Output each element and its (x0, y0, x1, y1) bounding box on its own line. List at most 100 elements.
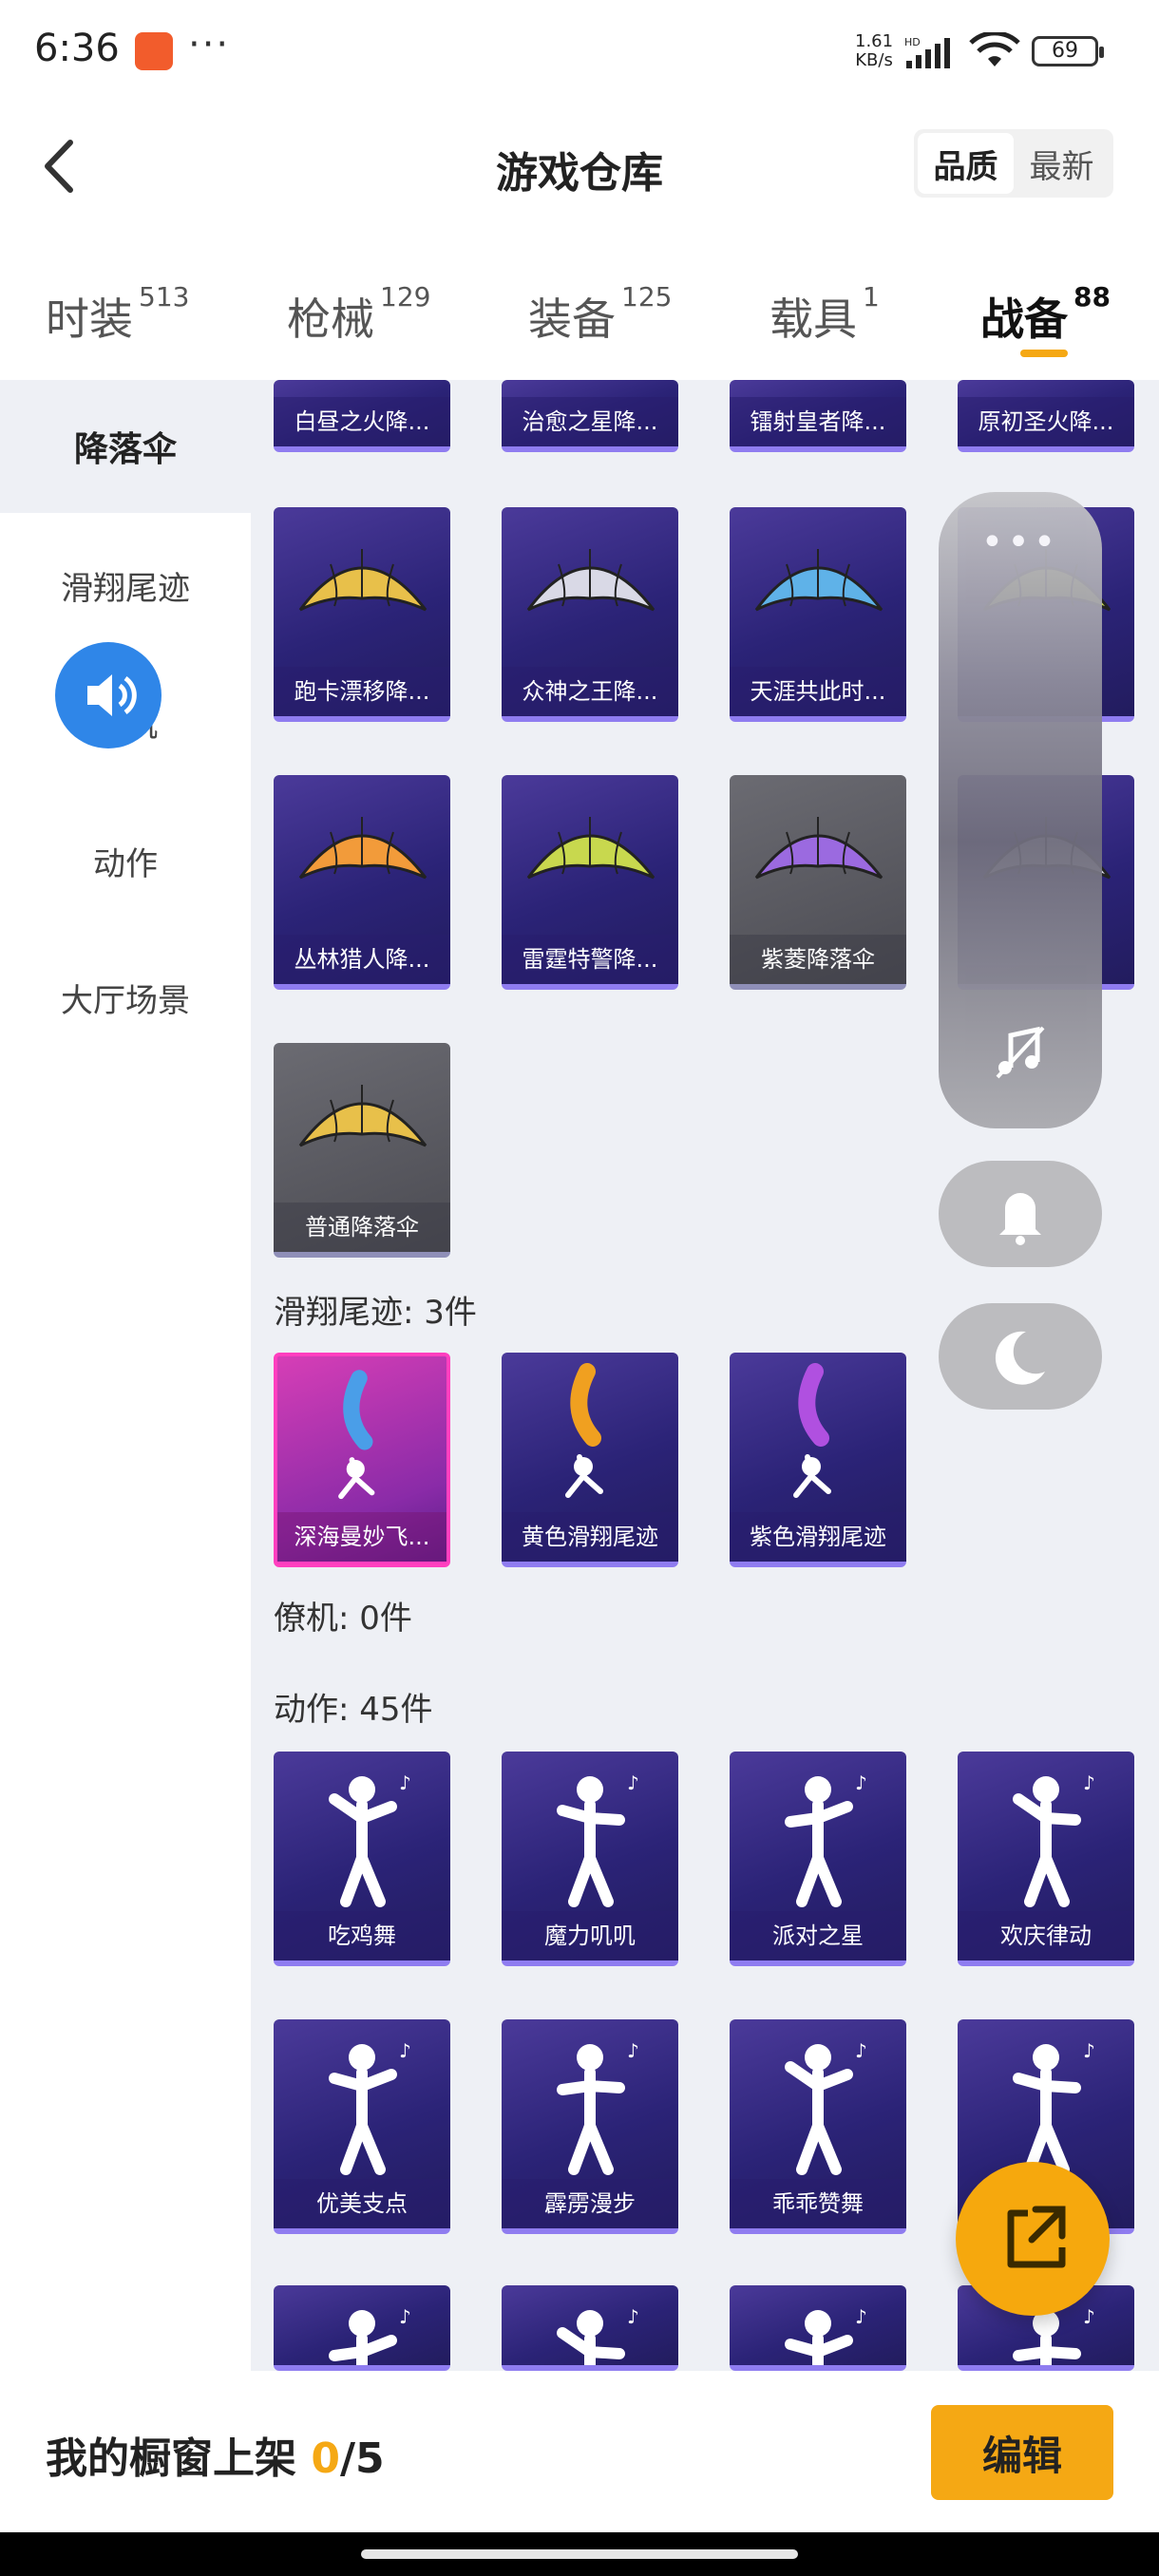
battery-indicator: 69 (1032, 36, 1104, 66)
music-off-icon[interactable] (992, 1024, 1049, 1081)
emote-card[interactable]: ♪ 欢庆律动 (958, 1752, 1134, 1966)
share-button[interactable] (956, 2162, 1110, 2316)
tab-count: 513 (139, 281, 190, 313)
svg-text:♪: ♪ (627, 2305, 639, 2328)
category-tabs: 时装 513 枪械 129 装备 125 载具 1 战备 88 (0, 256, 1159, 380)
svg-text:♪: ♪ (627, 2039, 639, 2062)
trail-artwork (793, 1363, 831, 1498)
emote-artwork: ♪ (329, 2039, 411, 2175)
trail-card[interactable]: 紫色滑翔尾迹 (730, 1353, 906, 1567)
sidebar-item-glide-trail[interactable]: 滑翔尾迹 (0, 519, 251, 652)
emote-name: 派对之星 (730, 1911, 906, 1960)
emote-card[interactable]: ♪ 魔力叽叽 (502, 1752, 678, 1966)
parachute-name: 雷霆特警降... (502, 935, 678, 984)
network-speed: 1.61 KB/s (855, 32, 893, 70)
tab-equipment[interactable]: 装备 125 (528, 281, 672, 348)
emote-card[interactable]: ♪ 派对之星 (730, 1752, 906, 1966)
parachute-name: 众神之王降... (502, 667, 678, 716)
tab-weapons[interactable]: 枪械 129 (287, 281, 430, 348)
emote-name: 霹雳漫步 (502, 2179, 678, 2228)
showcase-total-count: /5 (339, 2434, 385, 2483)
svg-text:♪: ♪ (855, 2305, 867, 2328)
bottom-bar: 我的橱窗上架 0/5 编辑 (0, 2371, 1159, 2532)
share-icon (1007, 2206, 1066, 2268)
emote-name: 吃鸡舞 (274, 1911, 450, 1960)
edit-button[interactable]: 编辑 (931, 2405, 1113, 2500)
sort-quality-button[interactable]: 品质 (918, 133, 1014, 194)
parachute-artwork (754, 549, 884, 612)
emote-artwork: ♪ (557, 2039, 639, 2175)
bell-toggle[interactable] (939, 1161, 1102, 1267)
tab-label: 装备 (528, 294, 616, 345)
trail-card[interactable]: 深海曼妙飞... (274, 1353, 450, 1567)
wingman-section-label: 僚机: 0件 (274, 1600, 412, 1638)
tab-count: 129 (380, 281, 431, 313)
parachute-card[interactable]: 丛林猎人降... (274, 775, 450, 990)
emote-name: 乖乖赞舞 (730, 2179, 906, 2228)
trail-card[interactable]: 黄色滑翔尾迹 (502, 1353, 678, 1567)
parachute-artwork (526, 817, 656, 880)
svg-text:♪: ♪ (627, 1771, 639, 1794)
emote-name: 欢庆律动 (958, 1911, 1134, 1960)
parachute-card[interactable]: 原初圣火降... (958, 380, 1134, 452)
parachute-name: 治愈之星降... (502, 397, 678, 446)
tab-vehicles[interactable]: 载具 1 (770, 281, 880, 348)
emote-card[interactable]: ♪ (274, 2285, 450, 2371)
parachute-card[interactable]: 镭射皇者降... (730, 380, 906, 452)
sidebar-item-parachute[interactable]: 降落伞 (0, 380, 251, 513)
trails-section-label: 滑翔尾迹: 3件 (274, 1294, 477, 1332)
home-indicator[interactable] (361, 2549, 798, 2559)
parachute-card[interactable]: 雷霆特警降... (502, 775, 678, 990)
signal-icon: HD (904, 36, 950, 68)
emote-artwork: ♪ (329, 1771, 411, 1907)
parachute-card[interactable]: 白昼之火降... (274, 380, 450, 452)
moon-icon (995, 1331, 1045, 1385)
tab-battle-gear[interactable]: 战备 88 (980, 281, 1111, 348)
emote-card[interactable]: ♪ 霹雳漫步 (502, 2019, 678, 2234)
emote-card[interactable]: ♪ 吃鸡舞 (274, 1752, 450, 1966)
sort-latest-button[interactable]: 最新 (1014, 133, 1110, 194)
emote-card[interactable]: ♪ 优美支点 (274, 2019, 450, 2234)
parachute-card[interactable]: 紫菱降落伞 (730, 775, 906, 990)
parachute-artwork (526, 549, 656, 612)
sidebar-item-lobby-scene[interactable]: 大厅场景 (0, 931, 251, 1064)
parachute-card[interactable]: 众神之王降... (502, 507, 678, 722)
app-notification-icon (135, 32, 173, 70)
header: 游戏仓库 品质 最新 (0, 104, 1159, 228)
more-notifications-icon: ··· (188, 23, 231, 66)
trail-name: 紫色滑翔尾迹 (730, 1512, 906, 1562)
svg-text:♪: ♪ (1083, 1771, 1095, 1794)
emote-card[interactable]: ♪ (502, 2285, 678, 2371)
floating-control-panel[interactable]: ••• (939, 492, 1102, 1128)
moon-toggle[interactable] (939, 1303, 1102, 1410)
showcase-status: 我的橱窗上架 0/5 (46, 2424, 385, 2485)
trail-artwork (338, 1370, 375, 1500)
parachute-name: 紫菱降落伞 (730, 935, 906, 984)
emote-card[interactable]: ♪ 乖乖赞舞 (730, 2019, 906, 2234)
emote-artwork: ♪ (1013, 2039, 1095, 2175)
parachute-name: 原初圣火降... (958, 397, 1134, 446)
parachute-artwork (298, 1085, 428, 1147)
emote-card[interactable]: ♪ (730, 2285, 906, 2371)
sidebar-item-emote[interactable]: 动作 (0, 794, 251, 927)
showcase-label: 我的橱窗上架 (46, 2434, 296, 2483)
parachute-artwork (298, 549, 428, 612)
emote-artwork: ♪ (557, 1771, 639, 1907)
hd-label: HD (904, 36, 921, 48)
parachute-name: 镭射皇者降... (730, 397, 906, 446)
parachute-card[interactable]: 天涯共此时... (730, 507, 906, 722)
emote-artwork: ♪ (785, 2039, 867, 2175)
speaker-button[interactable] (55, 642, 162, 748)
emote-artwork: ♪ (557, 2305, 639, 2365)
sort-toggle: 品质 最新 (914, 129, 1113, 198)
panel-more-icon[interactable]: ••• (939, 521, 1102, 564)
svg-text:♪: ♪ (399, 2039, 411, 2062)
parachute-card[interactable]: 普通降落伞 (274, 1043, 450, 1258)
parachute-card[interactable]: 跑卡漂移降... (274, 507, 450, 722)
parachute-card[interactable]: 治愈之星降... (502, 380, 678, 452)
svg-text:♪: ♪ (1083, 2039, 1095, 2062)
tab-fashion[interactable]: 时装 513 (46, 281, 189, 348)
speaker-icon (87, 674, 137, 716)
trail-artwork (565, 1363, 603, 1498)
svg-text:♪: ♪ (855, 2039, 867, 2062)
